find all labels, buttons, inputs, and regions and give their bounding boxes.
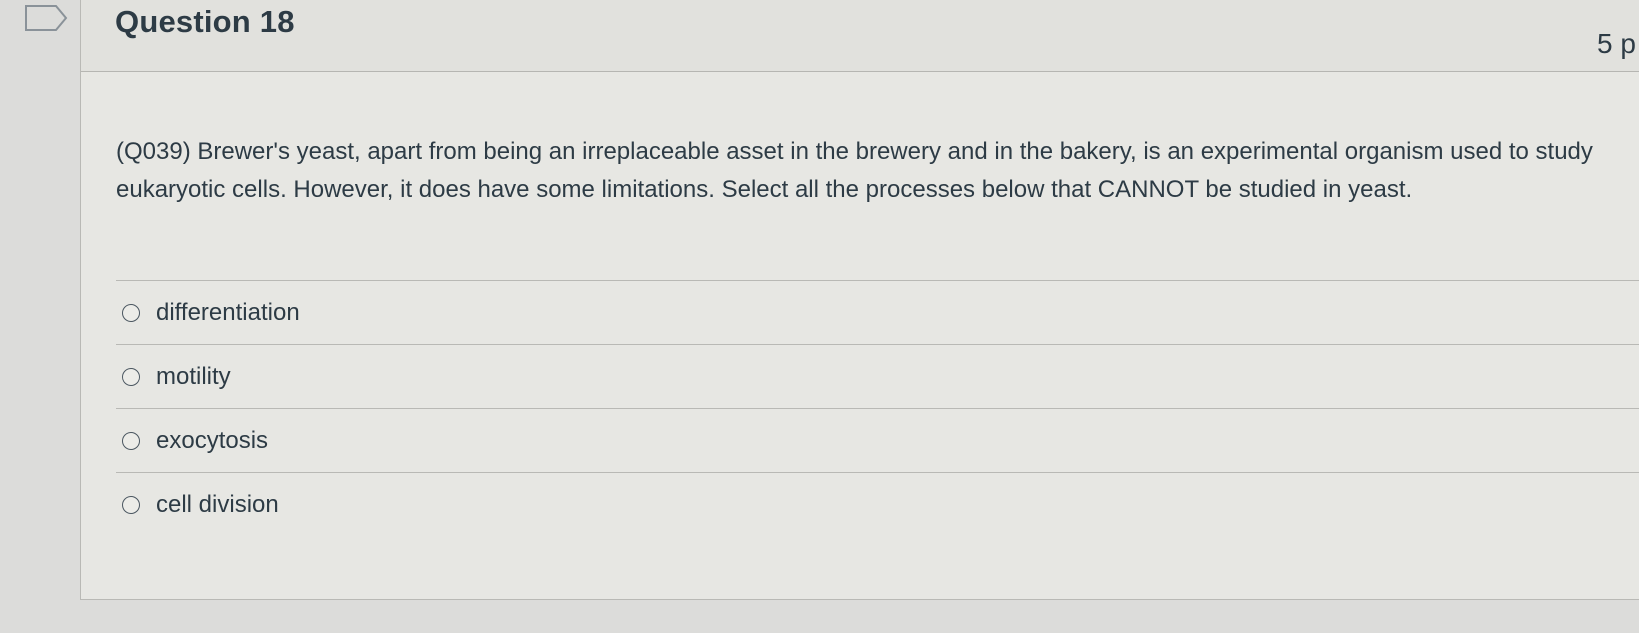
radio-button[interactable] <box>122 367 140 386</box>
radio-button[interactable] <box>122 431 140 450</box>
question-title: Question 18 <box>115 4 295 39</box>
answer-label[interactable]: exocytosis <box>156 427 268 455</box>
question-card: Question 18 5 p (Q039) Brewer's yeast, a… <box>80 0 1639 600</box>
answer-option[interactable]: differentiation <box>116 280 1639 344</box>
answer-label[interactable]: motility <box>156 363 231 391</box>
answer-option[interactable]: cell division <box>116 472 1639 536</box>
radio-button[interactable] <box>122 303 140 322</box>
question-points: 5 p <box>1597 28 1636 59</box>
answer-option[interactable]: exocytosis <box>116 408 1639 472</box>
answer-label[interactable]: cell division <box>156 491 279 519</box>
question-header: Question 18 5 p <box>81 0 1639 72</box>
bookmark-flag-icon[interactable] <box>24 4 68 32</box>
answer-list: differentiation motility exocytosis cell… <box>116 280 1639 536</box>
answer-option[interactable]: motility <box>116 344 1639 408</box>
question-text: (Q039) Brewer's yeast, apart from being … <box>116 138 1593 203</box>
answer-label[interactable]: differentiation <box>156 299 300 327</box>
radio-button[interactable] <box>122 495 140 514</box>
